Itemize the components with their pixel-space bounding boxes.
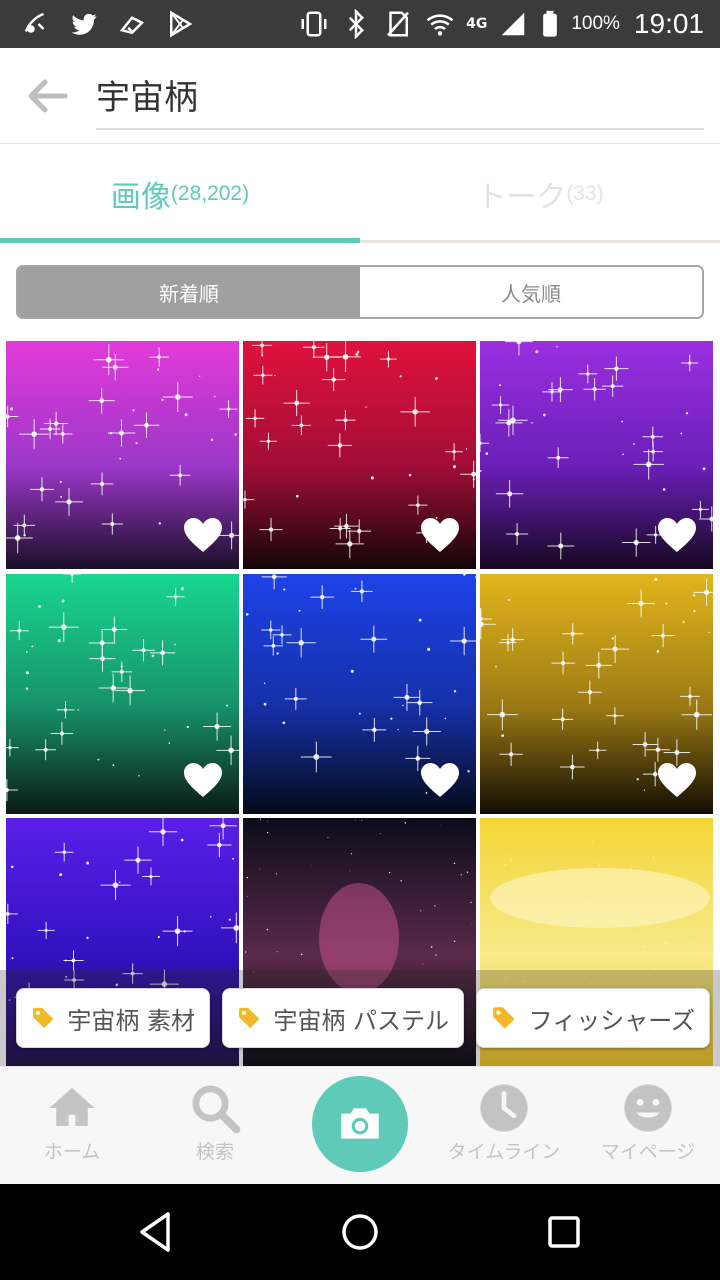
search-header: 宇宙柄 <box>0 48 720 144</box>
network-type: 4G <box>466 16 488 32</box>
bluetooth-icon <box>340 8 372 40</box>
tag-chip-label: 宇宙柄 素材 <box>67 1006 195 1035</box>
nav-search[interactable]: 検索 <box>155 1081 275 1171</box>
heart-icon[interactable] <box>657 762 697 798</box>
tab-talk[interactable]: トーク (33) <box>360 144 720 244</box>
heart-icon[interactable] <box>420 517 460 553</box>
tag-icon <box>239 1007 260 1029</box>
status-bar: 4G 100% 19:01 <box>0 0 720 48</box>
wifi-calling-icon <box>20 8 52 40</box>
vibrate-icon <box>298 8 330 40</box>
battery-icon <box>539 8 561 40</box>
home-circle-icon[interactable] <box>338 1210 382 1254</box>
tab-active-indicator <box>0 238 360 243</box>
heart-icon[interactable] <box>657 517 697 553</box>
wallpaper-thumbnail[interactable] <box>243 574 476 814</box>
no-sim-icon <box>382 8 414 40</box>
camera-icon <box>341 1108 379 1139</box>
home-icon <box>49 1087 95 1126</box>
tab-talk-count: (33) <box>566 182 604 205</box>
system-navigation-bar <box>0 1184 720 1280</box>
tab-images-count: (28,202) <box>170 182 250 205</box>
wallpaper-thumbnail[interactable] <box>480 574 713 814</box>
tag-chip-label: 宇宙柄 パステル <box>273 1006 449 1035</box>
tag-icon <box>33 1007 54 1029</box>
tag-chip-space-material[interactable]: 宇宙柄 素材 <box>16 988 210 1048</box>
twitter-icon <box>68 8 100 40</box>
tab-images-label: 画像 <box>110 180 171 215</box>
clock-time: 19:01 <box>633 8 704 39</box>
sort-segment: 新着順 人気順 <box>16 265 704 319</box>
tag-chip-space-pastel[interactable]: 宇宙柄 パステル <box>222 988 464 1048</box>
tag-chip-fischers[interactable]: フィッシャーズ <box>476 988 710 1048</box>
arrow-left-icon <box>28 79 68 113</box>
nav-timeline[interactable]: タイムライン <box>444 1081 564 1171</box>
nav-mypage-label: マイページ <box>600 1141 696 1163</box>
recents-square-icon[interactable] <box>542 1210 586 1254</box>
tab-images[interactable]: 画像 (28,202) <box>0 144 360 244</box>
heart-icon[interactable] <box>420 762 460 798</box>
back-triangle-icon[interactable] <box>134 1210 178 1254</box>
search-icon <box>192 1085 241 1134</box>
tab-talk-label: トーク <box>476 180 567 215</box>
nav-home-label: ホーム <box>43 1141 101 1163</box>
signal-icon <box>497 8 529 40</box>
sort-popular-button[interactable]: 人気順 <box>360 267 702 317</box>
tab-bar: 画像 (28,202) トーク (33) <box>0 144 720 244</box>
heart-icon[interactable] <box>183 517 223 553</box>
wallpaper-thumbnail[interactable] <box>6 574 239 814</box>
nav-timeline-label: タイムライン <box>447 1141 561 1163</box>
wifi-icon <box>424 8 456 40</box>
nav-mypage[interactable]: マイページ <box>588 1081 708 1171</box>
back-button[interactable] <box>22 74 72 118</box>
sort-newest-button[interactable]: 新着順 <box>18 267 360 317</box>
heart-icon[interactable] <box>183 762 223 798</box>
play-store-icon <box>164 8 196 40</box>
tag-icon <box>493 1007 515 1029</box>
nav-home[interactable]: ホーム <box>12 1081 132 1171</box>
camera-post-button[interactable] <box>312 1076 408 1172</box>
wallpaper-thumbnail[interactable] <box>480 341 713 569</box>
wallpaper-thumbnail[interactable] <box>243 341 476 569</box>
search-input[interactable]: 宇宙柄 <box>96 70 704 130</box>
battery-percent: 100% <box>571 13 620 34</box>
media-icon <box>116 8 148 40</box>
tab-divider <box>360 240 720 243</box>
smiley-icon <box>624 1084 672 1132</box>
wallpaper-thumbnail[interactable] <box>6 341 239 569</box>
tag-chip-label: フィッシャーズ <box>528 1006 695 1035</box>
app-screen: 4G 100% 19:01 宇宙柄 画像 (28,202) トーク (33) 新… <box>0 0 720 1280</box>
clock-icon <box>480 1084 528 1132</box>
nav-search-label: 検索 <box>195 1141 234 1163</box>
